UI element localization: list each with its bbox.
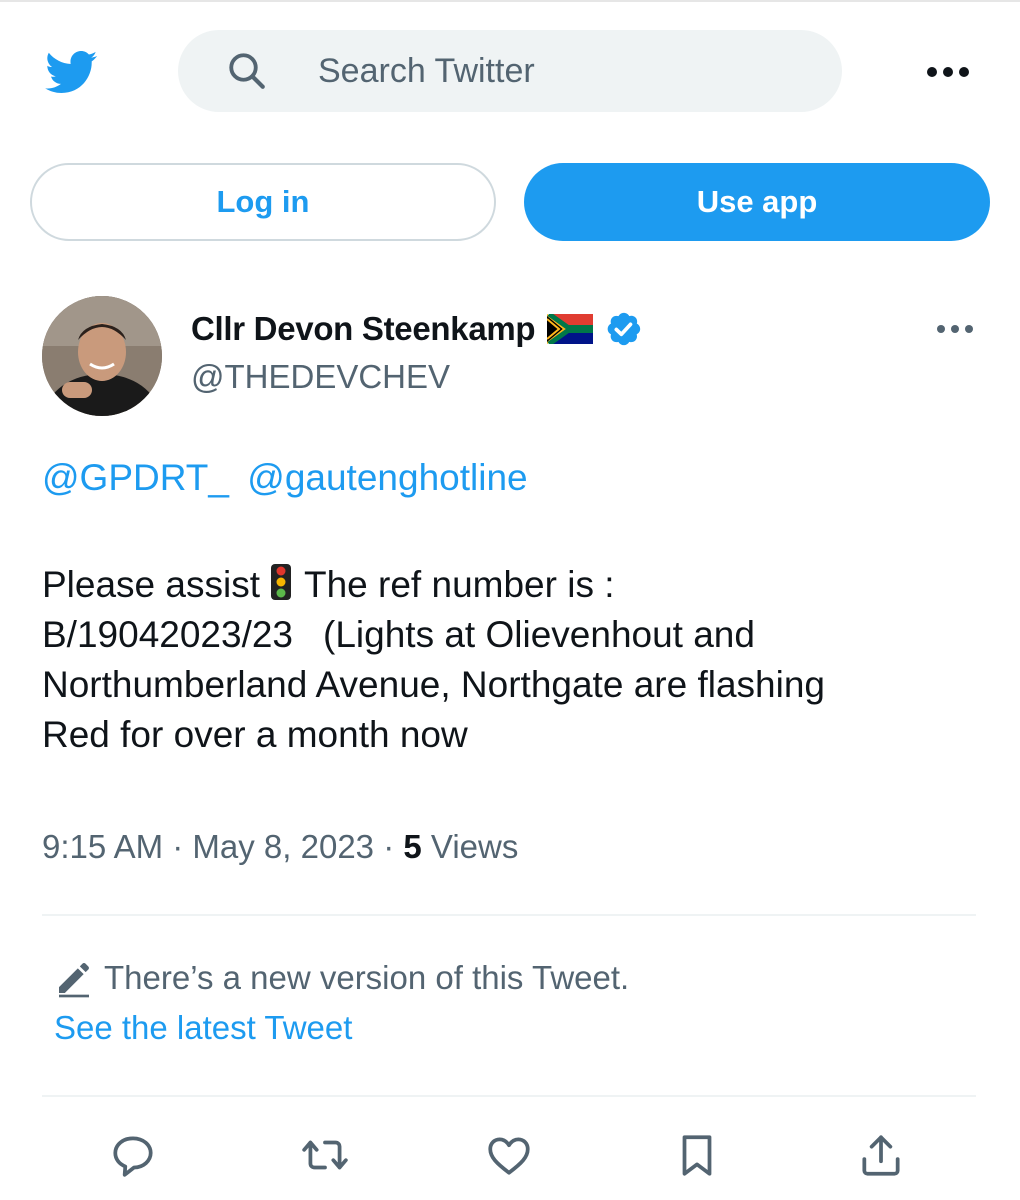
traffic-light-icon [271, 564, 291, 600]
use-app-button[interactable]: Use app [524, 163, 990, 241]
author-name-row: Cllr Devon Steenkamp [191, 306, 643, 352]
meta-separator: · [172, 828, 184, 865]
divider [42, 1095, 976, 1097]
pencil-icon [59, 963, 89, 998]
reply-icon[interactable] [108, 1130, 158, 1180]
search-bar[interactable]: Search Twitter [178, 30, 842, 112]
divider [42, 914, 976, 916]
mention-link[interactable]: @GPDRT_ [42, 457, 229, 498]
tweet-page: Search Twitter Log in Use app Cllr Devon… [0, 0, 1020, 1200]
like-icon[interactable] [484, 1130, 534, 1180]
tweet-text: Please assist The ref number is : B/1904… [42, 560, 982, 760]
tweet-text-segment: The ref number is : [304, 564, 615, 605]
tweet-more-icon[interactable] [936, 322, 974, 336]
avatar[interactable] [42, 296, 162, 416]
tweet-actions [0, 1130, 1020, 1190]
tweet-meta: 9:15 AM · May 8, 2023 · 5 Views [42, 828, 518, 866]
more-dots-icon[interactable] [926, 64, 970, 80]
tweet-text-line: Northumberland Avenue, Northgate are fla… [42, 664, 825, 705]
retweet-icon[interactable] [300, 1130, 350, 1180]
tweet-text-segment: Please assist [42, 564, 260, 605]
tweet-text-line: Red for over a month now [42, 714, 468, 755]
views-count: 5 [403, 828, 422, 865]
edit-notice: There’s a new version of this Tweet. [54, 958, 629, 998]
search-icon [229, 53, 265, 89]
verified-badge-icon [607, 312, 641, 346]
tweet-text-line: B/19042023/23 (Lights at Olievenhout and [42, 610, 982, 660]
mention-link[interactable]: @gautenghotline [247, 457, 527, 498]
author-handle[interactable]: @THEDEVCHEV [191, 358, 450, 396]
twitter-bird-icon[interactable] [40, 46, 104, 98]
tweet-time[interactable]: 9:15 AM [42, 828, 163, 865]
see-latest-tweet-link[interactable]: See the latest Tweet [54, 1009, 352, 1047]
tweet-text-segment: (Lights at Olievenhout and [323, 614, 755, 655]
tweet-mentions: @GPDRT_ @gautenghotline [42, 457, 536, 499]
views-label: Views [430, 828, 519, 865]
edit-notice-text: There’s a new version of this Tweet. [104, 959, 630, 996]
ref-number: B/19042023/23 [42, 614, 294, 655]
login-button[interactable]: Log in [30, 163, 496, 241]
bookmark-icon[interactable] [672, 1130, 722, 1180]
share-icon[interactable] [856, 1130, 906, 1180]
tweet-date[interactable]: May 8, 2023 [192, 828, 374, 865]
tweet-text-line: Please assist The ref number is : [42, 560, 982, 610]
meta-separator: · [383, 828, 395, 865]
south-africa-flag-icon [547, 314, 594, 344]
avatar-photo [42, 296, 162, 416]
author-name[interactable]: Cllr Devon Steenkamp [191, 310, 536, 348]
search-input[interactable]: Search Twitter [318, 52, 535, 91]
